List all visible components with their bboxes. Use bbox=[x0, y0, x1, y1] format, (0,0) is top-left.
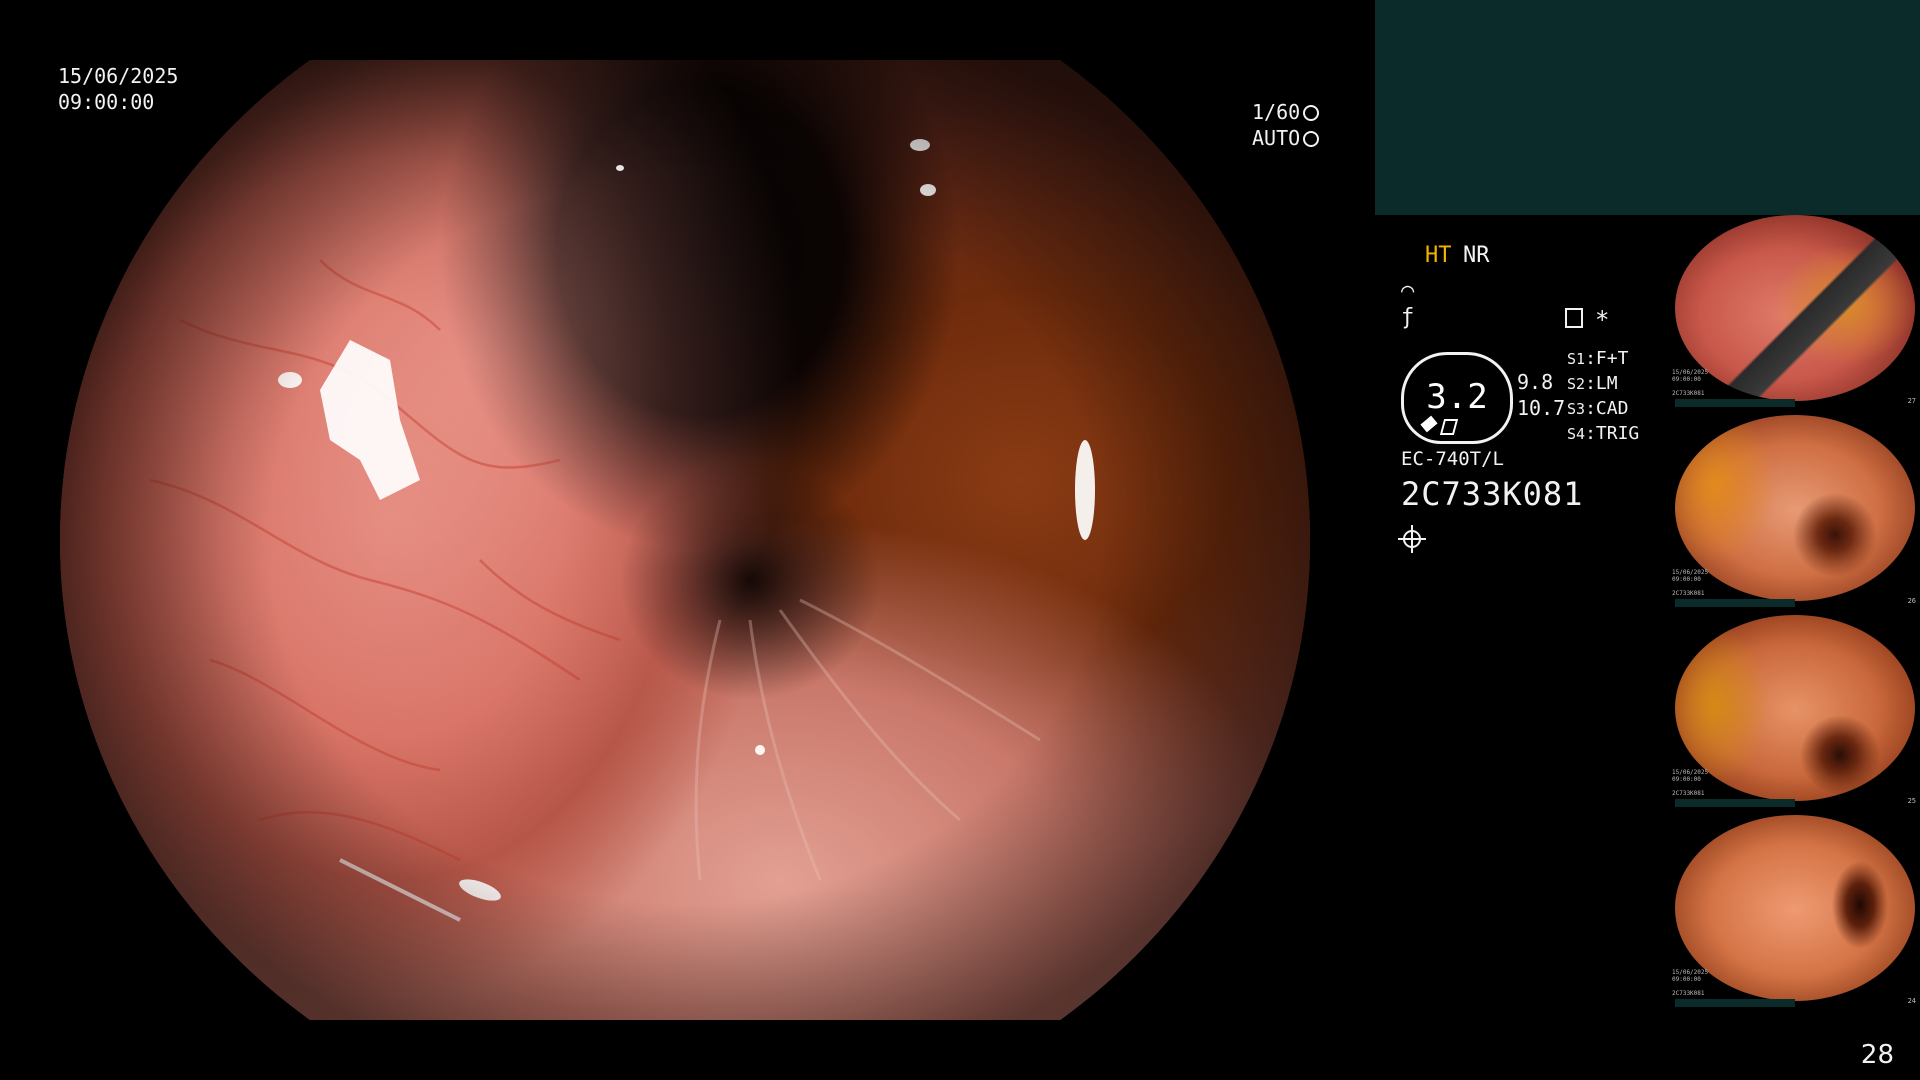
switch-4: S4:TRIG bbox=[1567, 423, 1640, 444]
shutter-speed: 1/60 bbox=[1252, 100, 1301, 124]
thumbnail-image bbox=[1675, 615, 1915, 801]
thumbnail-meta: 15/06/2025 09:00:00 2C733K081 bbox=[1672, 569, 1709, 597]
iris-icon bbox=[1303, 131, 1320, 147]
value-b: 10.7 bbox=[1517, 396, 1566, 420]
thumbnail-number: 27 bbox=[1907, 397, 1916, 405]
endoscopy-screen: 15/06/2025 09:00:00 1/60 AUTO HT NR ⌒ ƒ … bbox=[0, 0, 1920, 1080]
pen-mark-icon bbox=[1420, 415, 1438, 433]
thumbnail-number: 24 bbox=[1907, 997, 1916, 1005]
switch-value: LM bbox=[1595, 373, 1618, 394]
switch-value: TRIG bbox=[1595, 423, 1640, 444]
freeze-icon: ƒ bbox=[1401, 305, 1415, 330]
ht-indicator: HT bbox=[1425, 243, 1452, 268]
switch-1: S1:F+T bbox=[1567, 348, 1629, 369]
scope-model: EC-740T/L bbox=[1401, 448, 1504, 470]
star-indicator: * bbox=[1595, 306, 1610, 334]
switch-key: S4 bbox=[1567, 425, 1586, 443]
switch-2: S2:LM bbox=[1567, 373, 1618, 394]
date-text: 15/06/2025 bbox=[58, 64, 179, 88]
thumbnail-number: 25 bbox=[1907, 797, 1916, 805]
switch-key: S2 bbox=[1567, 375, 1586, 393]
exposure-mode: AUTO bbox=[1252, 126, 1301, 150]
datetime-overlay: 15/06/2025 09:00:00 bbox=[58, 63, 178, 115]
capture-thumbnail[interactable]: 15/06/2025 09:00:00 2C733K081 26 bbox=[1672, 415, 1920, 607]
thumbnail-bar bbox=[1675, 599, 1795, 607]
processor-settings-panel: HT NR ⌒ ƒ * 3.2 9.8 10.7 S1:F+T S2:LM S3… bbox=[1395, 240, 1675, 570]
endoscopic-live-view bbox=[60, 60, 1310, 1020]
capture-thumbnail[interactable]: 15/06/2025 09:00:00 2C733K081 25 bbox=[1672, 615, 1920, 807]
scope-serial: 2C733K081 bbox=[1401, 475, 1584, 513]
switch-value: F+T bbox=[1595, 348, 1629, 369]
switch-key: S3 bbox=[1567, 400, 1586, 418]
thumbnail-bar bbox=[1675, 799, 1795, 807]
switch-3: S3:CAD bbox=[1567, 398, 1629, 419]
thumbnail-image bbox=[1675, 415, 1915, 601]
capture-thumbnail[interactable]: 15/06/2025 09:00:00 2C733K081 24 bbox=[1672, 815, 1920, 1007]
thumbnail-bar bbox=[1675, 399, 1795, 407]
switch-value: CAD bbox=[1595, 398, 1629, 419]
time-text: 09:00:00 bbox=[58, 90, 155, 114]
capture-thumbnail[interactable]: 15/06/2025 09:00:00 2C733K081 27 bbox=[1672, 215, 1920, 407]
nr-indicator: NR bbox=[1463, 243, 1490, 268]
thumbnail-meta: 15/06/2025 09:00:00 2C733K081 bbox=[1672, 369, 1709, 397]
aperture-icon bbox=[1303, 105, 1320, 121]
structure-enhancement-icon: ⌒ bbox=[1401, 278, 1415, 303]
thumbnail-image bbox=[1675, 815, 1915, 1001]
brightness-icon bbox=[1398, 525, 1426, 553]
scope-vignette bbox=[60, 60, 1310, 1020]
thumbnail-image bbox=[1675, 215, 1915, 401]
page-number: 28 bbox=[1860, 1040, 1894, 1070]
thumbnail-meta: 15/06/2025 09:00:00 2C733K081 bbox=[1672, 769, 1709, 797]
exposure-overlay: 1/60 AUTO bbox=[1252, 99, 1320, 151]
zoom-value: 3.2 bbox=[1426, 377, 1488, 417]
switch-key: S1 bbox=[1567, 350, 1586, 368]
zoom-indicator: 3.2 bbox=[1401, 352, 1513, 444]
thumbnail-number: 26 bbox=[1907, 597, 1916, 605]
thumbnail-meta: 15/06/2025 09:00:00 2C733K081 bbox=[1672, 969, 1709, 997]
thumbnail-bar bbox=[1675, 999, 1795, 1007]
document-icon bbox=[1565, 308, 1583, 328]
patient-info-panel bbox=[1375, 0, 1920, 215]
value-a: 9.8 bbox=[1517, 370, 1554, 394]
frame-mark-icon bbox=[1439, 419, 1459, 435]
